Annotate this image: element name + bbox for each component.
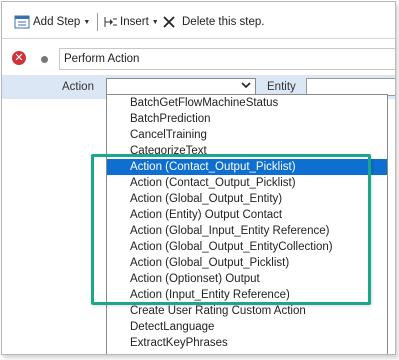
delete-step-button[interactable]: Delete this step. xyxy=(162,14,264,30)
chevron-down-icon: ▼ xyxy=(151,18,159,26)
entity-label: Entity xyxy=(267,81,296,93)
step-title-field[interactable]: Perform Action xyxy=(59,48,395,70)
delete-step-label: Delete this step. xyxy=(182,16,265,28)
delete-icon xyxy=(163,16,175,28)
dropdown-option[interactable]: DetectLanguage xyxy=(107,319,387,335)
dropdown-option[interactable]: BatchGetFlowMachineStatus xyxy=(107,95,387,111)
step-row: ✕ Perform Action xyxy=(2,39,395,75)
dropdown-option[interactable]: CancelTraining xyxy=(107,127,387,143)
highlight-annotation-box xyxy=(91,154,371,305)
dropdown-option[interactable]: BatchPrediction xyxy=(107,111,387,127)
workflow-editor: Add Step ▼ Insert ▼ Delete this step. ✕ … xyxy=(1,1,396,355)
add-step-icon xyxy=(14,15,30,29)
insert-icon xyxy=(104,17,117,27)
error-icon: ✕ xyxy=(12,51,26,65)
toolbar-divider xyxy=(97,13,98,31)
toolbar: Add Step ▼ Insert ▼ Delete this step. xyxy=(2,2,395,39)
dropdown-option[interactable]: ExtractKeyPhrases xyxy=(107,335,387,351)
chevron-down-icon: ▼ xyxy=(83,18,91,26)
insert-label: Insert xyxy=(120,16,149,28)
step-bullet-icon xyxy=(41,56,48,63)
action-label: Action xyxy=(62,81,94,93)
add-step-button[interactable]: Add Step ▼ xyxy=(14,14,90,30)
insert-button[interactable]: Insert ▼ xyxy=(102,14,159,30)
add-step-label: Add Step xyxy=(33,16,81,28)
dropdown-option[interactable]: Create User Rating Custom Action xyxy=(107,303,387,319)
chevron-down-icon xyxy=(241,80,251,93)
